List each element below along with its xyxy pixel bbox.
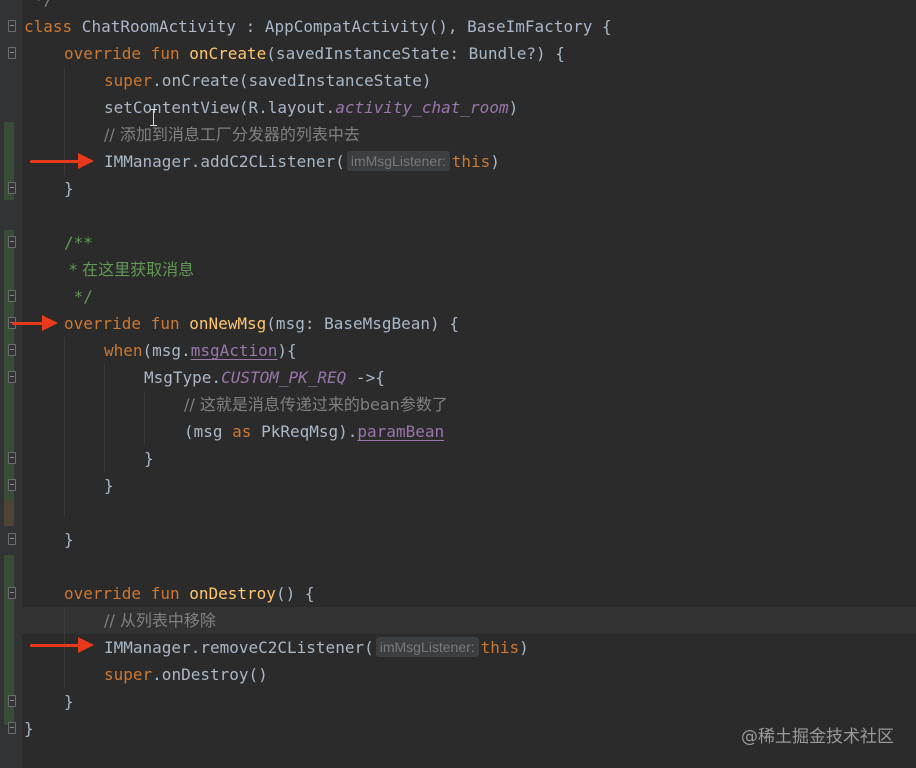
code-text: ){ bbox=[277, 341, 297, 360]
code-line-comment-remove[interactable]: // 从列表中移除 bbox=[104, 607, 216, 634]
fold-marker-icon[interactable] bbox=[8, 47, 16, 59]
indent-guide bbox=[104, 364, 105, 472]
code-line-doc-close[interactable]: */ bbox=[64, 283, 93, 310]
keyword: super bbox=[104, 665, 153, 684]
parameter-hint: imMsgListener: bbox=[346, 151, 450, 171]
code-text: ) bbox=[508, 98, 519, 117]
red-arrow-icon bbox=[12, 315, 58, 331]
code-line-when[interactable]: when(msg.msgAction){ bbox=[104, 337, 297, 364]
code-text: ChatRoomActivity : AppCompatActivity(), … bbox=[72, 17, 612, 36]
code-line-cast[interactable]: (msg as PkReqMsg).paramBean bbox=[184, 418, 444, 445]
code-line-doc-open[interactable]: /** bbox=[64, 229, 93, 256]
code-line-close-brace[interactable]: } bbox=[144, 445, 154, 472]
code-line-msgtype[interactable]: MsgType.CUSTOM_PK_REQ ->{ bbox=[144, 364, 385, 391]
fold-marker-icon[interactable] bbox=[8, 695, 16, 707]
code-text: (savedInstanceState: Bundle?) { bbox=[266, 44, 565, 63]
red-arrow-icon bbox=[30, 153, 94, 169]
code-line-class[interactable]: class ChatRoomActivity : AppCompatActivi… bbox=[24, 13, 612, 40]
fold-marker-icon[interactable] bbox=[8, 533, 16, 545]
code-text: .onCreate(savedInstanceState) bbox=[152, 71, 432, 90]
keyword: override fun bbox=[64, 44, 190, 63]
code-text: ) bbox=[490, 152, 500, 171]
function-name: onNewMsg bbox=[189, 314, 267, 333]
code-text: PkReqMsg). bbox=[251, 422, 358, 441]
fold-marker-icon[interactable] bbox=[8, 20, 16, 32]
keyword: this bbox=[480, 638, 520, 657]
code-line-comment-bean[interactable]: // 这就是消息传递过来的bean参数了 bbox=[184, 391, 448, 418]
fold-marker-icon[interactable] bbox=[8, 722, 16, 734]
code-line-oncreate[interactable]: override fun onCreate(savedInstanceState… bbox=[64, 40, 565, 67]
function-name: onCreate bbox=[189, 44, 267, 63]
code-line-close-brace[interactable]: } bbox=[64, 526, 74, 553]
fold-marker-icon[interactable] bbox=[8, 587, 16, 599]
code-text: MsgType. bbox=[144, 368, 222, 387]
code-text: ) bbox=[519, 638, 529, 657]
editor-gutter[interactable] bbox=[0, 0, 22, 768]
code-line-set-content-view[interactable]: setContentView(R.layout.activity_chat_ro… bbox=[104, 94, 518, 121]
parameter-hint: imMsgListener: bbox=[375, 637, 479, 657]
keyword: this bbox=[451, 152, 491, 171]
fold-marker-icon[interactable] bbox=[8, 236, 16, 248]
code-editor[interactable]: */ class ChatRoomActivity : AppCompatAct… bbox=[0, 0, 916, 768]
fold-marker-icon[interactable] bbox=[8, 182, 16, 194]
watermark: @稀土掘金技术社区 bbox=[741, 727, 894, 747]
code-text: IMManager.addC2CListener( bbox=[104, 152, 345, 171]
field-reference: msgAction bbox=[190, 341, 278, 360]
keyword: when bbox=[104, 341, 143, 360]
fold-marker-icon[interactable] bbox=[8, 344, 16, 356]
keyword: override fun bbox=[64, 314, 190, 333]
code-line-close-brace[interactable]: } bbox=[24, 715, 34, 742]
change-marker bbox=[4, 500, 14, 526]
fold-marker-icon[interactable] bbox=[8, 452, 16, 464]
fold-marker-icon[interactable] bbox=[8, 479, 16, 491]
text-cursor-icon bbox=[150, 109, 157, 126]
code-line-doc-text[interactable]: * 在这里获取消息 bbox=[64, 256, 194, 283]
field-reference: activity_chat_room bbox=[335, 98, 509, 117]
code-line-top-comment[interactable]: */ bbox=[34, 0, 53, 13]
keyword: as bbox=[232, 422, 252, 441]
code-line-remove-listener[interactable]: IMManager.removeC2CListener(imMsgListene… bbox=[104, 634, 529, 661]
keyword: override fun bbox=[64, 584, 190, 603]
fold-marker-icon[interactable] bbox=[8, 290, 16, 302]
red-arrow-icon bbox=[30, 637, 94, 653]
keyword: super bbox=[104, 71, 153, 90]
code-text: () { bbox=[275, 584, 315, 603]
code-line-add-listener[interactable]: IMManager.addC2CListener(imMsgListener: t… bbox=[104, 148, 500, 175]
function-name: onDestroy bbox=[189, 584, 276, 603]
code-text: IMManager.removeC2CListener( bbox=[104, 638, 374, 657]
code-text: (msg: BaseMsgBean) { bbox=[266, 314, 459, 333]
code-text: (msg. bbox=[142, 341, 191, 360]
code-line-comment-add[interactable]: // 添加到消息工厂分发器的列表中去 bbox=[104, 121, 360, 148]
code-text: setContentView(R.layout. bbox=[104, 98, 336, 117]
code-text: ->{ bbox=[346, 368, 385, 387]
code-line-onnewmsg[interactable]: override fun onNewMsg(msg: BaseMsgBean) … bbox=[64, 310, 459, 337]
indent-guide bbox=[64, 337, 65, 517]
code-text: (msg bbox=[184, 422, 233, 441]
code-line-super-ondestroy[interactable]: super.onDestroy() bbox=[104, 661, 268, 688]
field-reference: paramBean bbox=[357, 422, 445, 441]
code-line-super-oncreate[interactable]: super.onCreate(savedInstanceState) bbox=[104, 67, 432, 94]
code-line-ondestroy[interactable]: override fun onDestroy() { bbox=[64, 580, 314, 607]
field-reference: CUSTOM_PK_REQ bbox=[221, 368, 347, 387]
indent-guide bbox=[144, 391, 145, 445]
code-text: .onDestroy() bbox=[152, 665, 268, 684]
keyword: class bbox=[24, 17, 73, 36]
fold-marker-icon[interactable] bbox=[8, 371, 16, 383]
code-line-close-brace[interactable]: } bbox=[64, 175, 74, 202]
code-line-close-brace[interactable]: } bbox=[64, 688, 74, 715]
code-line-close-brace[interactable]: } bbox=[104, 472, 114, 499]
